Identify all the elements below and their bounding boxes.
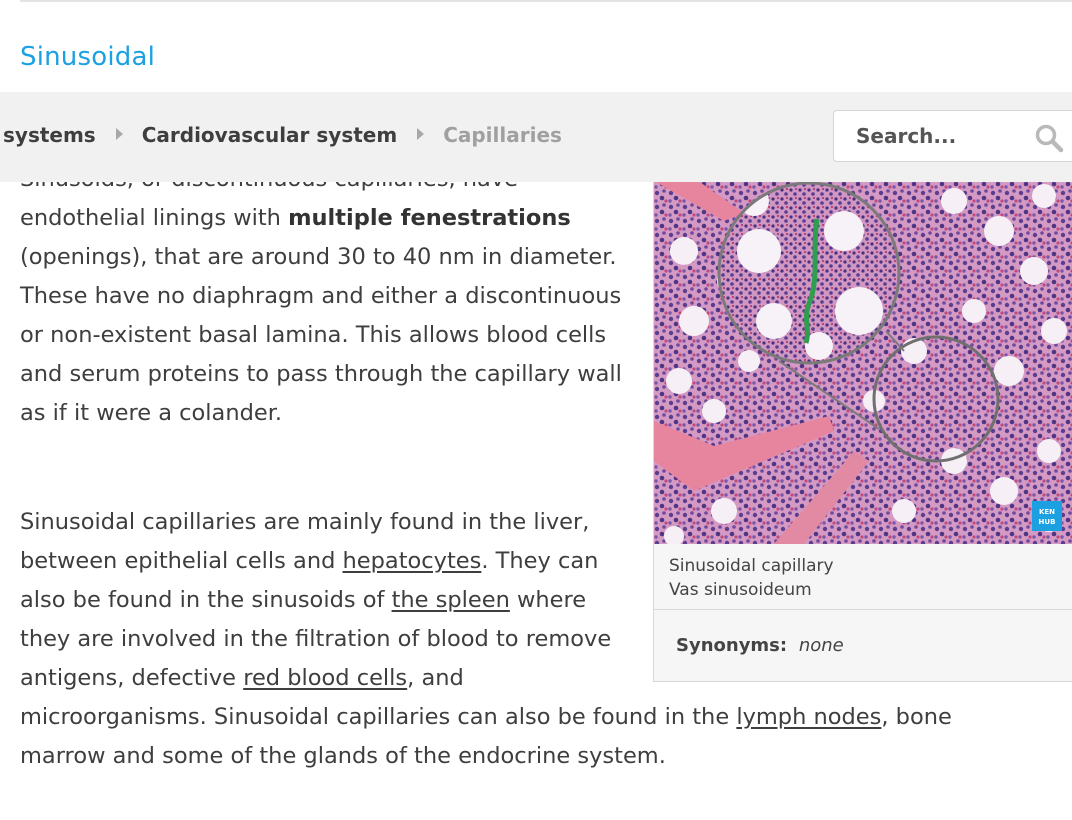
search-icon[interactable] <box>1034 123 1064 153</box>
link-red-blood-cells[interactable]: red blood cells <box>243 665 407 691</box>
breadcrumb-caret-icon <box>417 128 425 140</box>
kenhub-logo-text-top: KEN <box>1039 508 1055 516</box>
breadcrumb-caret-icon <box>115 128 123 140</box>
figure-wrap-spacer <box>640 503 1040 683</box>
emphasis-multiple-fenestrations: multiple fenestrations <box>288 205 571 231</box>
histology-image[interactable]: KEN HUB <box>654 161 1072 544</box>
paragraph-locations: Sinusoidal capillaries are mainly found … <box>20 503 1040 776</box>
breadcrumb-item-cardiovascular-system[interactable]: Cardiovascular system <box>142 123 397 147</box>
breadcrumb-item-capillaries: Capillaries <box>443 123 562 147</box>
link-hepatocytes[interactable]: hepatocytes <box>343 548 482 574</box>
breadcrumb-item-systems[interactable]: systems <box>3 123 96 147</box>
paragraph-sinusoids: Sinusoids, or discontinuous capillaries,… <box>20 160 630 433</box>
top-divider <box>20 0 1072 2</box>
paragraph-text: (openings), that are around 30 to 40 nm … <box>20 244 622 426</box>
section-title: Sinusoidal <box>20 42 156 72</box>
kenhub-logo-text-bottom: HUB <box>1039 518 1056 526</box>
link-the-spleen[interactable]: the spleen <box>392 587 510 613</box>
breadcrumb: systems Cardiovascular system Capillaries <box>3 123 562 147</box>
link-lymph-nodes[interactable]: lymph nodes <box>736 704 881 730</box>
breadcrumb-bar: systems Cardiovascular system Capillaries <box>0 92 1072 182</box>
search-box <box>833 110 1072 162</box>
search-input[interactable] <box>834 111 1046 161</box>
